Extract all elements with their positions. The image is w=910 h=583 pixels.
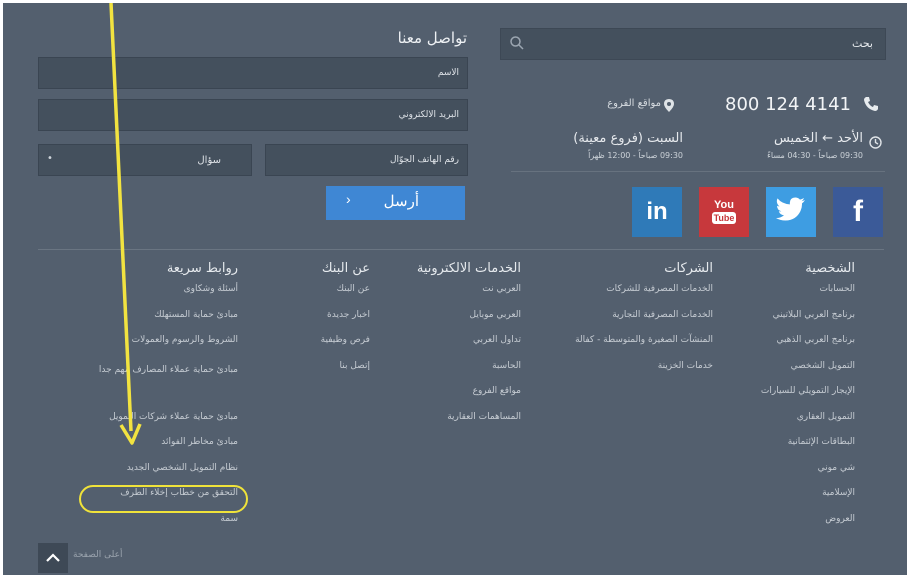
site-footer: بحث تواصل معنا الاسم البريد الالكتروني ر… <box>3 3 907 575</box>
annotation-arrow <box>109 3 142 445</box>
